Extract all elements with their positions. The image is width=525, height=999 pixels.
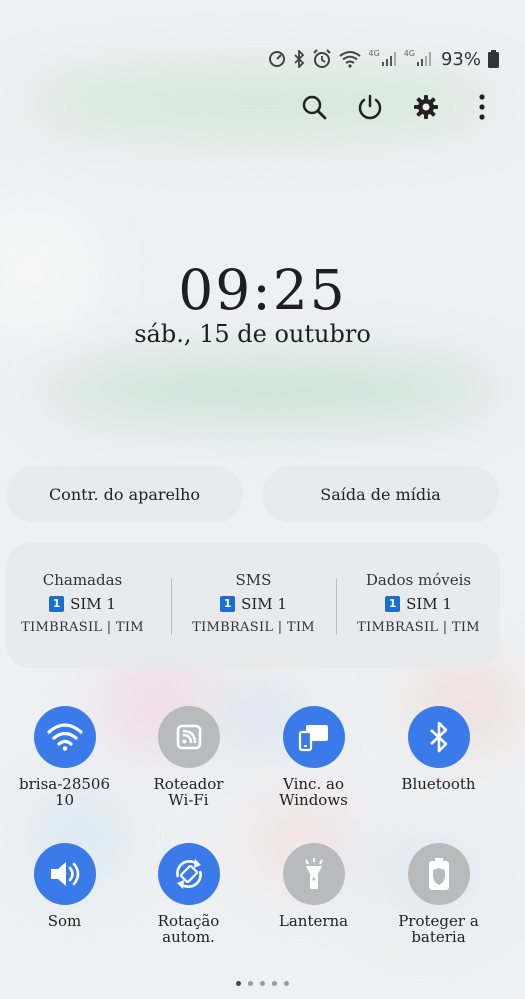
tile-bluetooth-toggle[interactable] [407, 706, 470, 768]
network-type-label: 4G [368, 49, 380, 58]
search-button[interactable] [301, 92, 327, 122]
page-dot [284, 981, 289, 986]
tile-auto-rotate[interactable]: Rotação autom. [126, 843, 251, 945]
more-icon [479, 94, 485, 120]
hotspot-icon [176, 724, 201, 750]
sim-calls[interactable]: Chamadas 1 SIM 1 TIMBRASIL | TIM [0, 569, 165, 639]
tile-sound-toggle[interactable] [33, 843, 96, 905]
tile-hotspot-label: Roteador Wi-Fi [153, 775, 224, 809]
signal-icon [381, 52, 396, 66]
alarm-icon [313, 49, 332, 68]
tile-link-to-windows-label: Vinc. ao Windows [279, 775, 348, 809]
device-control-button[interactable]: Contr. do aparelho [6, 466, 243, 523]
auto-rotate-icon [175, 859, 202, 889]
speedometer-icon [269, 51, 286, 67]
sim-calls-title: Chamadas [42, 571, 123, 589]
tile-hotspot[interactable]: Roteador Wi-Fi [126, 706, 251, 808]
more-options-button[interactable] [469, 92, 495, 122]
power-icon [358, 94, 382, 120]
power-button[interactable] [357, 92, 383, 122]
sim-data-operator: TIMBRASIL | TIM [357, 620, 480, 635]
search-icon [302, 95, 327, 120]
sim-sms[interactable]: SMS 1 SIM 1 TIMBRASIL | TIM [171, 569, 336, 639]
status-bar: 4G 4G 93% [268, 46, 499, 72]
wifi-icon [46, 723, 83, 751]
tile-wifi-toggle[interactable] [33, 706, 96, 768]
tile-auto-rotate-toggle[interactable] [157, 843, 220, 905]
link-to-windows-icon [298, 725, 328, 752]
sim-badge-icon: 1 [220, 596, 236, 612]
tile-flashlight-label: Lanterna [278, 912, 349, 930]
page-dot [236, 981, 241, 986]
battery-percent: 93% [440, 48, 481, 70]
media-output-button[interactable]: Saída de mídia [262, 466, 499, 523]
sim-badge-icon: 1 [385, 596, 401, 612]
tile-wifi[interactable]: brisa-28506 10 [2, 706, 127, 808]
sim-manager-panel: Chamadas 1 SIM 1 TIMBRASIL | TIM SMS 1 S… [6, 543, 500, 668]
bluetooth-icon [429, 721, 447, 753]
sim-sms-title: SMS [235, 571, 272, 589]
network-type-label: 4G [403, 49, 415, 58]
tile-battery-protect[interactable]: Proteger a bateria [376, 843, 501, 945]
sim-calls-sim-label: SIM 1 [70, 595, 116, 613]
tile-flashlight[interactable]: Lanterna [251, 843, 376, 929]
signal-strength-sim2: 4G [403, 49, 432, 67]
sim-calls-sim: 1 SIM 1 [0, 591, 165, 617]
tile-flashlight-toggle[interactable] [282, 843, 345, 905]
settings-icon [414, 95, 438, 119]
signal-strength-sim1: 4G [368, 49, 396, 67]
tile-bluetooth[interactable]: Bluetooth [376, 706, 501, 792]
sim-sms-operator: TIMBRASIL | TIM [192, 620, 315, 635]
tile-link-to-windows[interactable]: Vinc. ao Windows [251, 706, 376, 808]
tile-link-to-windows-toggle[interactable] [282, 706, 345, 768]
sim-data-title: Dados móveis [365, 571, 472, 589]
tile-auto-rotate-label: Rotação autom. [157, 912, 220, 946]
battery-protect-icon [428, 858, 449, 890]
wifi-icon [339, 51, 362, 68]
tile-sound[interactable]: Som [2, 843, 127, 929]
sim-badge-icon: 1 [49, 596, 65, 612]
tile-wifi-label: brisa-28506 10 [19, 775, 110, 809]
tile-hotspot-toggle[interactable] [157, 706, 220, 768]
page-dot [260, 981, 265, 986]
tile-sound-label: Som [47, 912, 82, 930]
quick-panel-toolbar [301, 92, 495, 122]
page-dot [248, 981, 253, 986]
sim-mobile-data[interactable]: Dados móveis 1 SIM 1 TIMBRASIL | TIM [336, 569, 501, 639]
tile-battery-protect-label: Proteger a bateria [398, 912, 479, 946]
sim-data-sim-label: SIM 1 [406, 595, 452, 613]
page-dot [272, 981, 277, 986]
tile-bluetooth-label: Bluetooth [401, 775, 476, 793]
sim-sms-sim: 1 SIM 1 [171, 591, 336, 617]
sim-data-sim: 1 SIM 1 [336, 591, 501, 617]
bluetooth-icon [294, 50, 305, 68]
page-indicator[interactable] [0, 981, 525, 986]
battery-icon [488, 50, 499, 68]
tile-battery-protect-toggle[interactable] [407, 843, 470, 905]
sim-sms-sim-label: SIM 1 [241, 595, 287, 613]
clock-date: sáb., 15 de outubro [134, 320, 371, 348]
settings-button[interactable] [413, 92, 439, 122]
sim-calls-operator: TIMBRASIL | TIM [21, 620, 144, 635]
signal-icon [416, 52, 431, 66]
clock-time: 09:25 [178, 258, 347, 322]
sound-icon [50, 862, 79, 886]
flashlight-icon [304, 858, 323, 889]
